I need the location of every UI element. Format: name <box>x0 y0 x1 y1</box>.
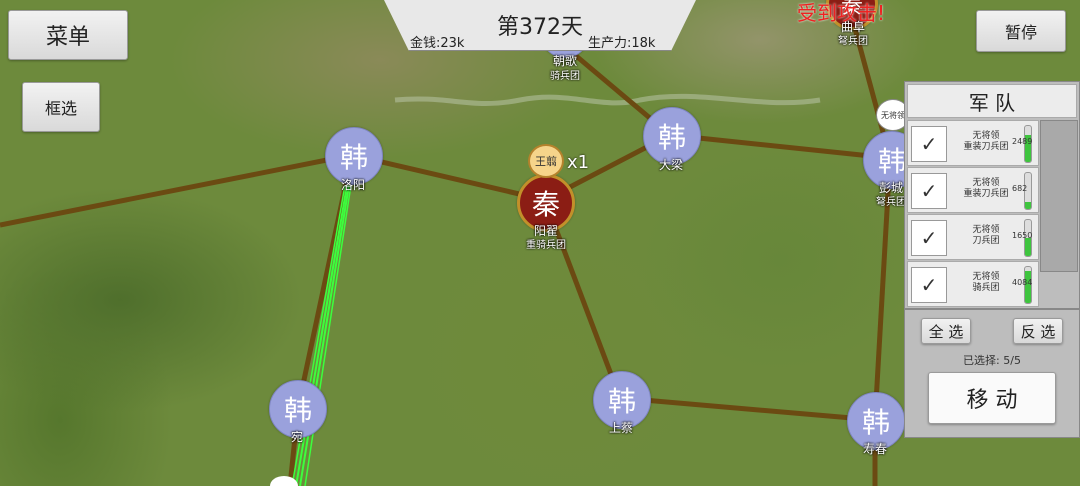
attack-alert: 受到攻击! <box>797 1 886 25</box>
money-label: 金钱:23k <box>410 36 465 51</box>
row-unit-type: 刀兵团 <box>972 236 1000 246</box>
faction-glyph: 韩 <box>657 121 686 154</box>
general-marker[interactable]: 王翦 <box>528 144 564 178</box>
army-row[interactable]: ✓ 无将领 重装刀兵团 2489 <box>907 120 1039 166</box>
troop-count: 1650 <box>1012 231 1033 240</box>
unit-label: 弩兵团 <box>876 197 906 208</box>
army-row[interactable]: ✓ 无将领 骑兵团 4084 <box>907 261 1039 307</box>
army-list[interactable]: ✓ 无将领 重装刀兵团 2489 ✓ 无将领 重装刀兵团 682 ✓ 无将领 刀… <box>905 118 1079 308</box>
army-row[interactable]: ✓ 无将领 刀兵团 1650 <box>907 214 1039 260</box>
army-panel: 军 队 ✓ 无将领 重装刀兵团 2489 ✓ 无将领 重装刀兵团 682 ✓ 无… <box>904 81 1080 438</box>
unit-label: 骑兵团 <box>550 71 580 82</box>
faction-glyph: 秦 <box>531 188 560 221</box>
city-label: 大梁 <box>658 158 684 172</box>
city-label: 洛阳 <box>340 178 366 192</box>
unit-label: 弩兵团 <box>838 36 868 47</box>
invert-selection-button[interactable]: 反 选 <box>1013 318 1063 344</box>
box-select-button[interactable]: 框选 <box>22 82 100 132</box>
troop-count: 4084 <box>1012 278 1033 287</box>
row-general: 无将领 <box>972 131 1000 141</box>
army-row[interactable]: ✓ 无将领 重装刀兵团 682 <box>907 167 1039 213</box>
status-bar: 第372天 金钱:23k 生产力:18k <box>384 0 696 51</box>
pause-button[interactable]: 暂停 <box>976 10 1066 52</box>
menu-button[interactable]: 菜单 <box>8 10 128 60</box>
checkbox[interactable]: ✓ <box>911 267 947 303</box>
city-label: 宛 <box>290 430 304 444</box>
row-unit-type: 重装刀兵团 <box>963 189 1009 199</box>
unit-label: 重骑兵团 <box>526 240 566 251</box>
general-count: x1 <box>567 152 590 173</box>
army-panel-title: 军 队 <box>907 84 1077 118</box>
row-unit-type: 重装刀兵团 <box>963 142 1009 152</box>
select-all-button[interactable]: 全 选 <box>921 318 971 344</box>
city-label: 上蔡 <box>608 421 634 435</box>
faction-glyph: 韩 <box>607 385 636 418</box>
bubble-text: 无将领 <box>881 110 905 120</box>
checkbox[interactable]: ✓ <box>911 173 947 209</box>
divider <box>905 308 1079 310</box>
faction-glyph: 韩 <box>877 145 906 178</box>
city-label: 寿春 <box>862 442 888 456</box>
faction-glyph: 韩 <box>861 406 890 439</box>
row-general: 无将领 <box>972 225 1000 235</box>
move-button[interactable]: 移 动 <box>928 372 1056 424</box>
troop-count: 2489 <box>1012 137 1033 146</box>
row-general: 无将领 <box>972 178 1000 188</box>
row-general: 无将领 <box>972 272 1000 282</box>
troop-count: 682 <box>1012 184 1028 193</box>
faction-glyph: 韩 <box>339 141 368 174</box>
production-label: 生产力:18k <box>588 36 656 51</box>
list-scrollbar[interactable] <box>1040 120 1078 272</box>
general-name: 王翦 <box>535 155 557 168</box>
checkbox[interactable]: ✓ <box>911 220 947 256</box>
faction-glyph: 韩 <box>283 394 312 427</box>
selected-count: 已选择: 5/5 <box>963 354 1021 367</box>
checkbox[interactable]: ✓ <box>911 126 947 162</box>
row-unit-type: 骑兵团 <box>972 283 1000 293</box>
